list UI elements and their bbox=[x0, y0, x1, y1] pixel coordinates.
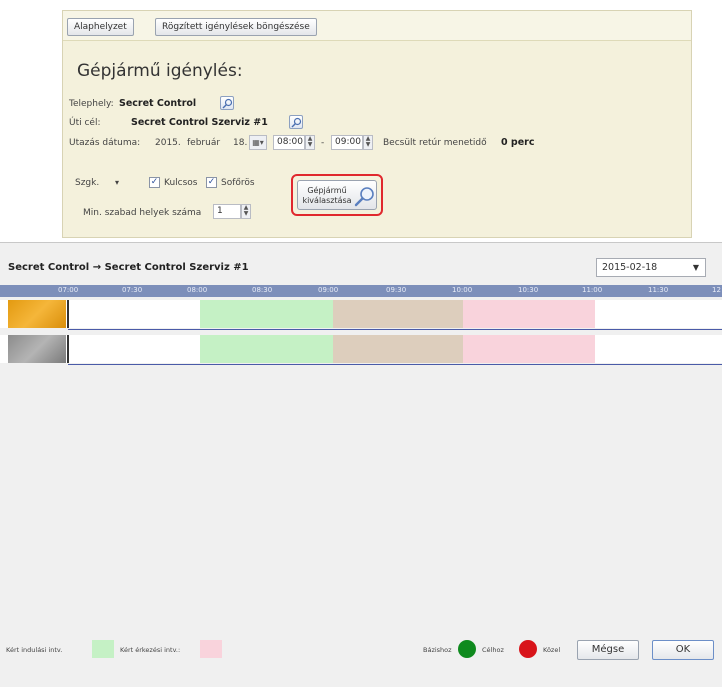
legend-base-label: Bázishoz bbox=[423, 646, 452, 654]
row-divider bbox=[68, 364, 722, 365]
time-tick: 08:00 bbox=[187, 286, 208, 294]
time-tick: 09:30 bbox=[386, 286, 407, 294]
date-dropdown-value: 2015-02-18 bbox=[602, 262, 658, 273]
legend-target-label: Célhoz bbox=[482, 646, 504, 654]
arrival-interval-band bbox=[463, 300, 595, 328]
arrival-interval-band bbox=[463, 335, 595, 363]
time-from-field[interactable]: 08:00 bbox=[273, 135, 305, 150]
row-start-marker bbox=[67, 335, 69, 363]
driver-label: Sofőrös bbox=[221, 178, 255, 188]
page-title: Gépjármű igénylés: bbox=[77, 61, 243, 81]
legend-arrival-swatch bbox=[200, 640, 222, 658]
select-vehicle-button[interactable]: Gépjármű kiválasztása bbox=[297, 180, 377, 210]
request-form-panel: Alaphelyzet Rögzített igénylések böngész… bbox=[62, 10, 692, 238]
departure-interval-band bbox=[200, 300, 333, 328]
return-time-value: 0 perc bbox=[501, 137, 535, 148]
time-tick: 10:30 bbox=[518, 286, 539, 294]
magnifier-icon bbox=[291, 117, 302, 128]
legend-departure-label: Kért indulási intv. bbox=[6, 646, 63, 654]
magnifier-icon bbox=[354, 187, 374, 207]
return-time-label: Becsült retúr menetidő bbox=[383, 138, 487, 148]
time-tick: 12 bbox=[712, 286, 721, 294]
vehicle-thumbnail bbox=[8, 300, 66, 328]
key-checkbox[interactable]: ✓ bbox=[149, 177, 160, 188]
time-tick: 08:30 bbox=[252, 286, 273, 294]
date-year[interactable]: 2015. bbox=[155, 138, 181, 148]
date-day[interactable]: 18. bbox=[233, 138, 247, 148]
time-tick: 09:00 bbox=[318, 286, 339, 294]
travel-date-label: Utazás dátuma: bbox=[69, 138, 141, 148]
vehicle-row[interactable] bbox=[0, 300, 722, 328]
ok-button[interactable]: OK bbox=[652, 640, 714, 660]
row-start-marker bbox=[67, 300, 69, 328]
reset-button[interactable]: Alaphelyzet bbox=[67, 18, 134, 36]
toolbar: Alaphelyzet Rögzített igénylések böngész… bbox=[63, 11, 691, 41]
route-from: Secret Control bbox=[8, 262, 90, 273]
vehicle-thumbnail bbox=[8, 335, 66, 363]
site-lookup-button[interactable] bbox=[220, 96, 234, 110]
route-to: Secret Control Szerviz #1 bbox=[104, 262, 249, 273]
magnifier-icon bbox=[222, 98, 233, 109]
destination-lookup-button[interactable] bbox=[289, 115, 303, 129]
site-label: Telephely: bbox=[69, 99, 114, 109]
date-dropdown[interactable]: 2015-02-18 ▼ bbox=[596, 258, 706, 277]
base-dot-icon bbox=[458, 640, 476, 658]
legend-near-label: Közel bbox=[543, 646, 561, 654]
cancel-button[interactable]: Mégse bbox=[577, 640, 639, 660]
time-separator: - bbox=[321, 138, 325, 148]
chevron-down-icon: ▼ bbox=[692, 263, 699, 272]
scheduler-panel: Secret Control → Secret Control Szerviz … bbox=[0, 242, 722, 687]
departure-interval-band bbox=[200, 335, 333, 363]
travel-interval-band bbox=[333, 335, 463, 363]
destination-label: Úti cél: bbox=[69, 118, 101, 128]
min-seats-spinner[interactable]: ▲ ▼ bbox=[241, 204, 251, 219]
date-month[interactable]: február bbox=[187, 138, 220, 148]
destination-value: Secret Control Szerviz #1 bbox=[131, 117, 268, 128]
legend-departure-swatch bbox=[92, 640, 114, 658]
time-tick: 07:00 bbox=[58, 286, 79, 294]
min-seats-field[interactable]: 1 bbox=[213, 204, 241, 219]
browse-requests-button[interactable]: Rögzített igénylések böngészése bbox=[155, 18, 317, 36]
time-to-spinner[interactable]: ▲ ▼ bbox=[363, 135, 373, 150]
route-arrow: → bbox=[92, 262, 102, 273]
legend-arrival-label: Kért érkezési intv.: bbox=[120, 646, 181, 654]
select-vehicle-label: Gépjármű kiválasztása bbox=[302, 186, 352, 205]
route-title: Secret Control → Secret Control Szerviz … bbox=[8, 262, 249, 273]
time-axis: 07:00 07:30 08:00 08:30 09:00 09:30 10:0… bbox=[0, 285, 722, 297]
time-to-field[interactable]: 09:00 bbox=[331, 135, 363, 150]
time-tick: 10:00 bbox=[452, 286, 473, 294]
time-from-spinner[interactable]: ▲ ▼ bbox=[305, 135, 315, 150]
driver-checkbox[interactable]: ✓ bbox=[206, 177, 217, 188]
travel-interval-band bbox=[333, 300, 463, 328]
row-divider bbox=[68, 329, 722, 330]
select-vehicle-highlight: Gépjármű kiválasztása bbox=[291, 174, 383, 216]
time-tick: 07:30 bbox=[122, 286, 143, 294]
calendar-icon[interactable]: ▦▾ bbox=[249, 135, 267, 150]
chevron-down-icon[interactable]: ▾ bbox=[115, 178, 119, 187]
vehicle-type-select[interactable]: Szgk. bbox=[75, 178, 99, 188]
time-tick: 11:30 bbox=[648, 286, 669, 294]
min-seats-label: Min. szabad helyek száma bbox=[83, 208, 202, 218]
target-dot-icon bbox=[519, 640, 537, 658]
vehicle-row[interactable] bbox=[0, 335, 722, 363]
key-label: Kulcsos bbox=[164, 178, 198, 188]
time-tick: 11:00 bbox=[582, 286, 603, 294]
site-value: Secret Control bbox=[119, 98, 197, 109]
